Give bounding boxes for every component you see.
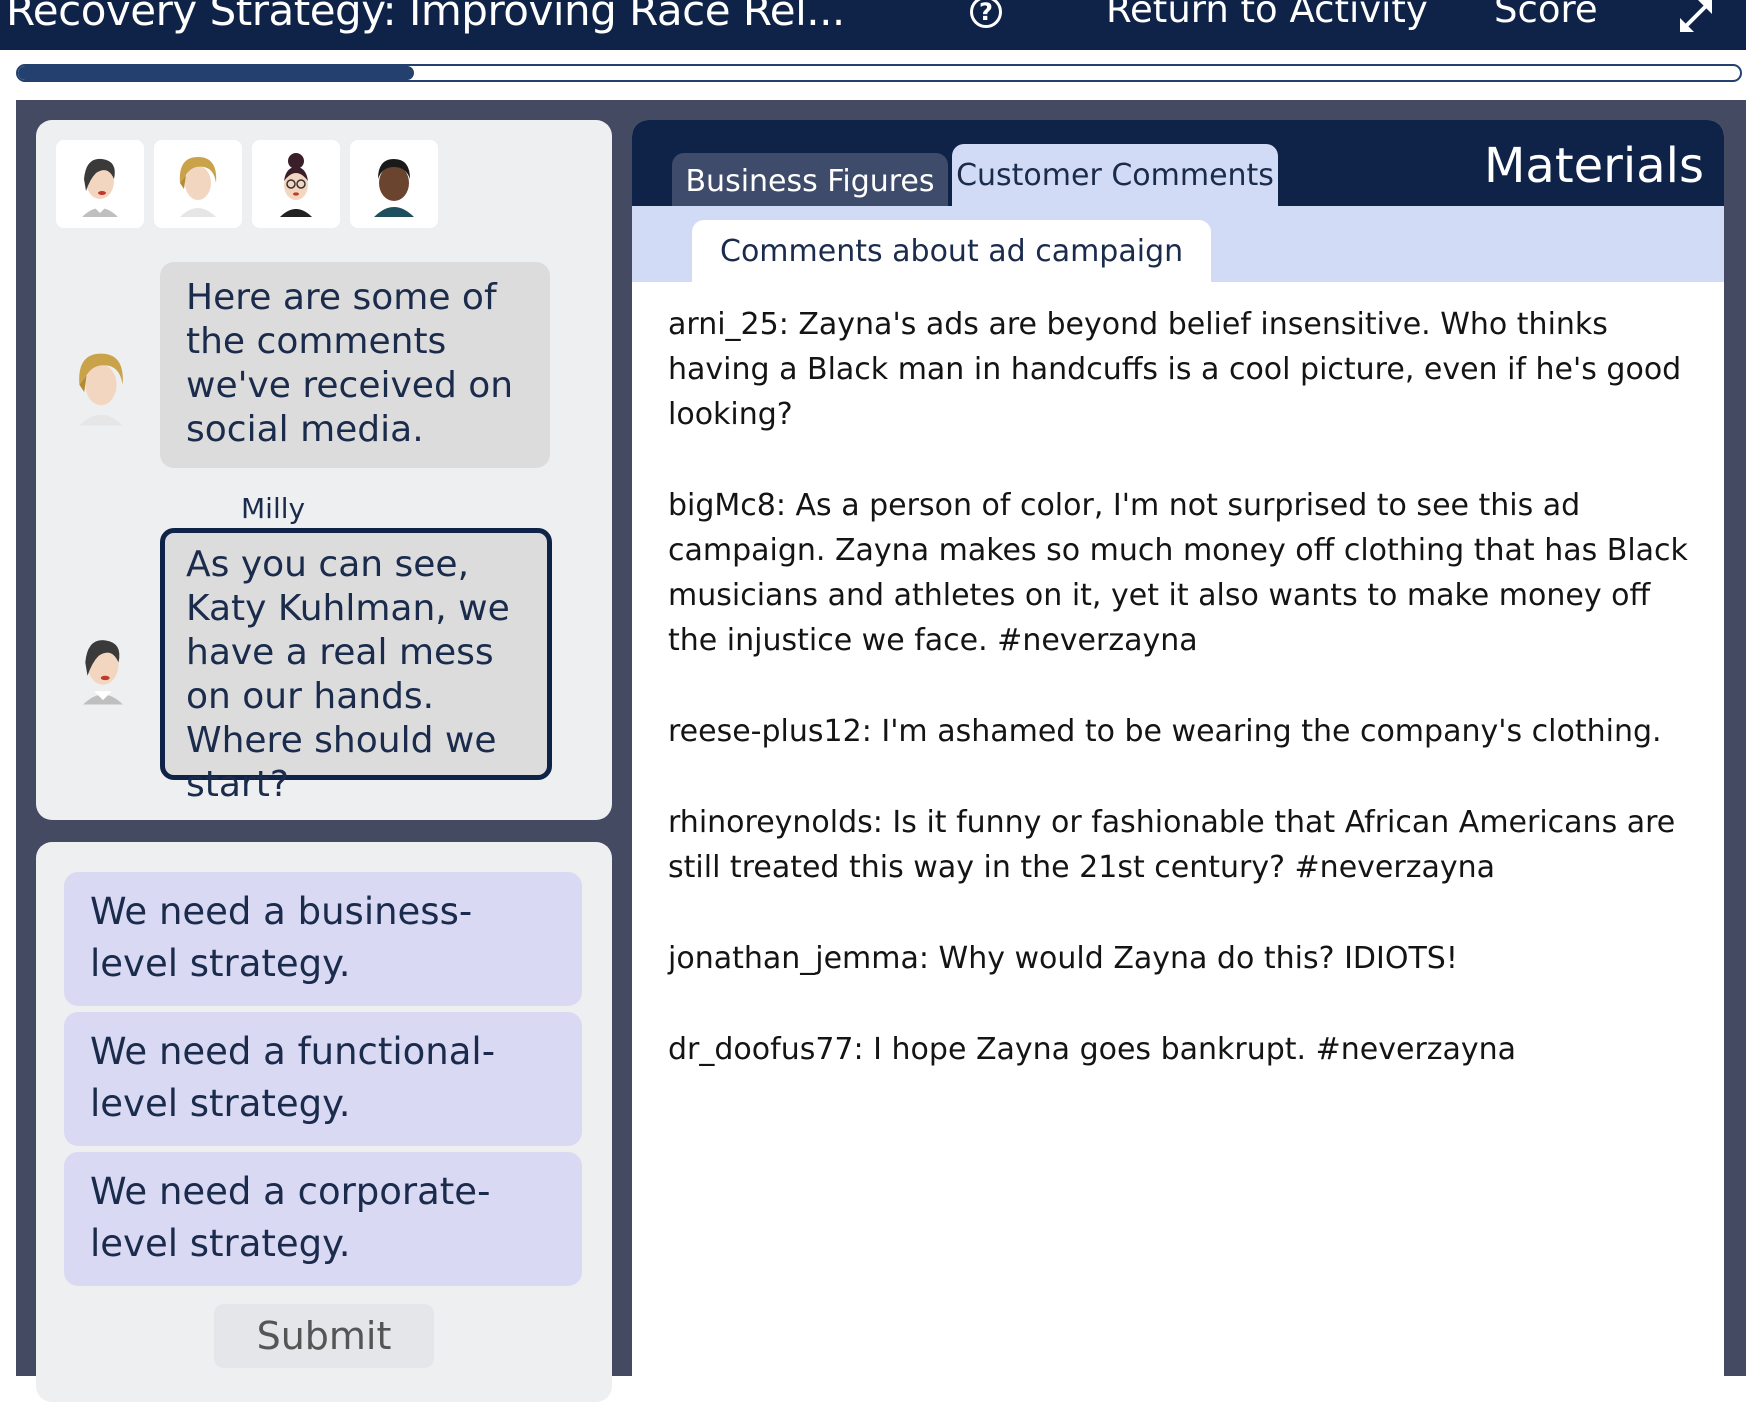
blonde-woman-icon	[79, 353, 123, 426]
chat-message: Here are some of the comments we've rece…	[160, 262, 550, 468]
comment: rhinoreynolds: Is it funny or fashionabl…	[668, 805, 1676, 885]
top-bar: Recovery Strategy: Improving Race Rel...…	[0, 0, 1746, 50]
comments-list: arni_25: Zayna's ads are beyond belief i…	[668, 302, 1698, 1118]
participant-avatars	[56, 140, 438, 228]
dark-skin-man-avatar	[374, 159, 414, 217]
help-icon[interactable]: ?	[970, 0, 1002, 28]
glasses-woman-avatar	[280, 153, 312, 217]
chat-message-current: As you can see, Katy Kuhlman, we have a …	[160, 528, 552, 805]
tab-customer-comments[interactable]: Customer Comments	[952, 144, 1278, 206]
return-to-activity-link[interactable]: Return to Activity	[1106, 0, 1428, 31]
option-business-level[interactable]: We need a business-level strategy.	[64, 872, 582, 1006]
speaker-name: Milly	[241, 492, 306, 525]
progress-bar	[16, 64, 1742, 82]
comment: bigMc8: As a person of color, I'm not su…	[668, 488, 1688, 658]
subtab-bar: Comments about ad campaign	[632, 206, 1724, 282]
avatar[interactable]	[350, 140, 438, 228]
expand-icon[interactable]	[1676, 0, 1716, 40]
dark-hair-woman-avatar	[82, 158, 118, 217]
materials-panel: Business Figures Customer Comments Mater…	[632, 120, 1724, 1376]
subtab-ad-campaign-comments[interactable]: Comments about ad campaign	[692, 220, 1212, 282]
milly-avatar	[66, 344, 136, 432]
materials-title: Materials	[1483, 138, 1704, 194]
option-functional-level[interactable]: We need a functional-level strategy.	[64, 1012, 582, 1146]
comment: jonathan_jemma: Why would Zayna do this?…	[668, 941, 1458, 976]
option-corporate-level[interactable]: We need a corporate-level strategy.	[64, 1152, 582, 1286]
dark-hair-woman-icon	[83, 640, 123, 705]
score-link[interactable]: Score	[1494, 0, 1598, 31]
progress-fill	[18, 66, 415, 80]
activity-title: Recovery Strategy: Improving Race Rel...	[6, 0, 845, 35]
player-avatar	[72, 628, 134, 712]
submit-button[interactable]: Submit	[214, 1304, 434, 1368]
comment: arni_25: Zayna's ads are beyond belief i…	[668, 307, 1682, 432]
tab-business-figures[interactable]: Business Figures	[672, 153, 948, 209]
blonde-woman-avatar	[179, 157, 217, 217]
chat-panel: Here are some of the comments we've rece…	[36, 120, 612, 820]
response-options-panel: We need a business-level strategy. We ne…	[36, 842, 612, 1402]
comment: dr_doofus77: I hope Zayna goes bankrupt.…	[668, 1032, 1517, 1067]
avatar[interactable]	[252, 140, 340, 228]
avatar[interactable]	[56, 140, 144, 228]
comment: reese-plus12: I'm ashamed to be wearing …	[668, 714, 1662, 749]
materials-header: Business Figures Customer Comments Mater…	[632, 120, 1724, 209]
avatar[interactable]	[154, 140, 242, 228]
